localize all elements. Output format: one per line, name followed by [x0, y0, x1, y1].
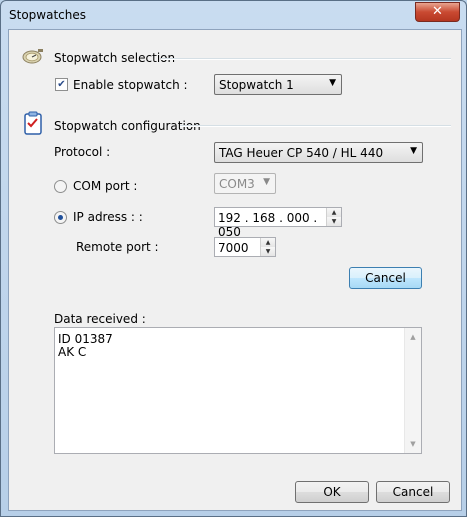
spin-up-icon[interactable]: ▲	[261, 238, 275, 247]
enable-stopwatch-label: Enable stopwatch :	[73, 78, 188, 92]
title-bar: Stopwatches ✕	[1, 1, 466, 29]
protocol-select[interactable]: TAG Heuer CP 540 / HL 440 ▼	[214, 142, 423, 163]
ip-address-radio[interactable]	[54, 211, 67, 224]
vertical-scrollbar[interactable]: ▲ ▼	[404, 328, 421, 453]
connection-cancel-button[interactable]: Cancel	[349, 267, 422, 289]
scroll-up-icon[interactable]: ▲	[405, 330, 421, 344]
protocol-select-value: TAG Heuer CP 540 / HL 440	[219, 146, 384, 160]
ip-address-label: IP adress : :	[73, 210, 143, 224]
ip-address-value: 192 . 168 . 000 . 050	[218, 211, 318, 239]
selection-section-title: Stopwatch selection	[54, 51, 176, 65]
stopwatch-icon	[21, 47, 45, 65]
enable-stopwatch-checkbox[interactable]: ✔	[55, 78, 68, 91]
protocol-label: Protocol :	[54, 145, 111, 159]
checklist-icon	[23, 111, 43, 135]
com-port-select[interactable]: COM3 ▼	[214, 173, 276, 194]
spin-down-icon[interactable]: ▼	[327, 217, 341, 226]
data-received-line: AK C	[58, 345, 87, 359]
dialog-window: Stopwatches ✕ Stopwatch selection ✔ Enab…	[0, 0, 467, 517]
remote-port-value: 7000	[218, 241, 249, 255]
stopwatch-select[interactable]: Stopwatch 1 ▼	[214, 74, 342, 95]
configuration-section-title: Stopwatch configuration	[54, 119, 201, 133]
com-port-label: COM port :	[73, 179, 138, 193]
scroll-down-icon[interactable]: ▼	[405, 437, 421, 451]
dialog-body: Stopwatch selection ✔ Enable stopwatch :…	[8, 29, 462, 511]
chevron-down-icon: ▼	[329, 78, 336, 88]
chevron-down-icon: ▼	[263, 177, 270, 187]
remote-port-label: Remote port :	[76, 240, 159, 254]
com-port-radio[interactable]	[54, 180, 67, 193]
ok-button[interactable]: OK	[295, 481, 369, 503]
chevron-down-icon: ▼	[410, 146, 417, 156]
cancel-button[interactable]: Cancel	[376, 481, 450, 503]
remote-port-input[interactable]: 7000 ▲ ▼	[214, 237, 276, 257]
remote-port-spinner: ▲ ▼	[260, 238, 275, 256]
stopwatch-select-value: Stopwatch 1	[219, 78, 294, 92]
ip-address-input[interactable]: 192 . 168 . 000 . 050 ▲ ▼	[214, 207, 342, 239]
close-button[interactable]: ✕	[415, 2, 460, 22]
ip-address-spinner: ▲ ▼	[326, 208, 341, 226]
data-received-textarea[interactable]: ID 01387 AK C ▲ ▼	[54, 327, 422, 454]
configuration-divider	[180, 125, 451, 127]
com-port-select-value: COM3	[219, 177, 255, 191]
data-received-line: ID 01387	[58, 332, 113, 346]
spin-down-icon[interactable]: ▼	[261, 247, 275, 256]
selection-divider	[161, 58, 451, 60]
data-received-label: Data received :	[54, 312, 146, 326]
spin-up-icon[interactable]: ▲	[327, 208, 341, 217]
window-title: Stopwatches	[9, 8, 86, 22]
